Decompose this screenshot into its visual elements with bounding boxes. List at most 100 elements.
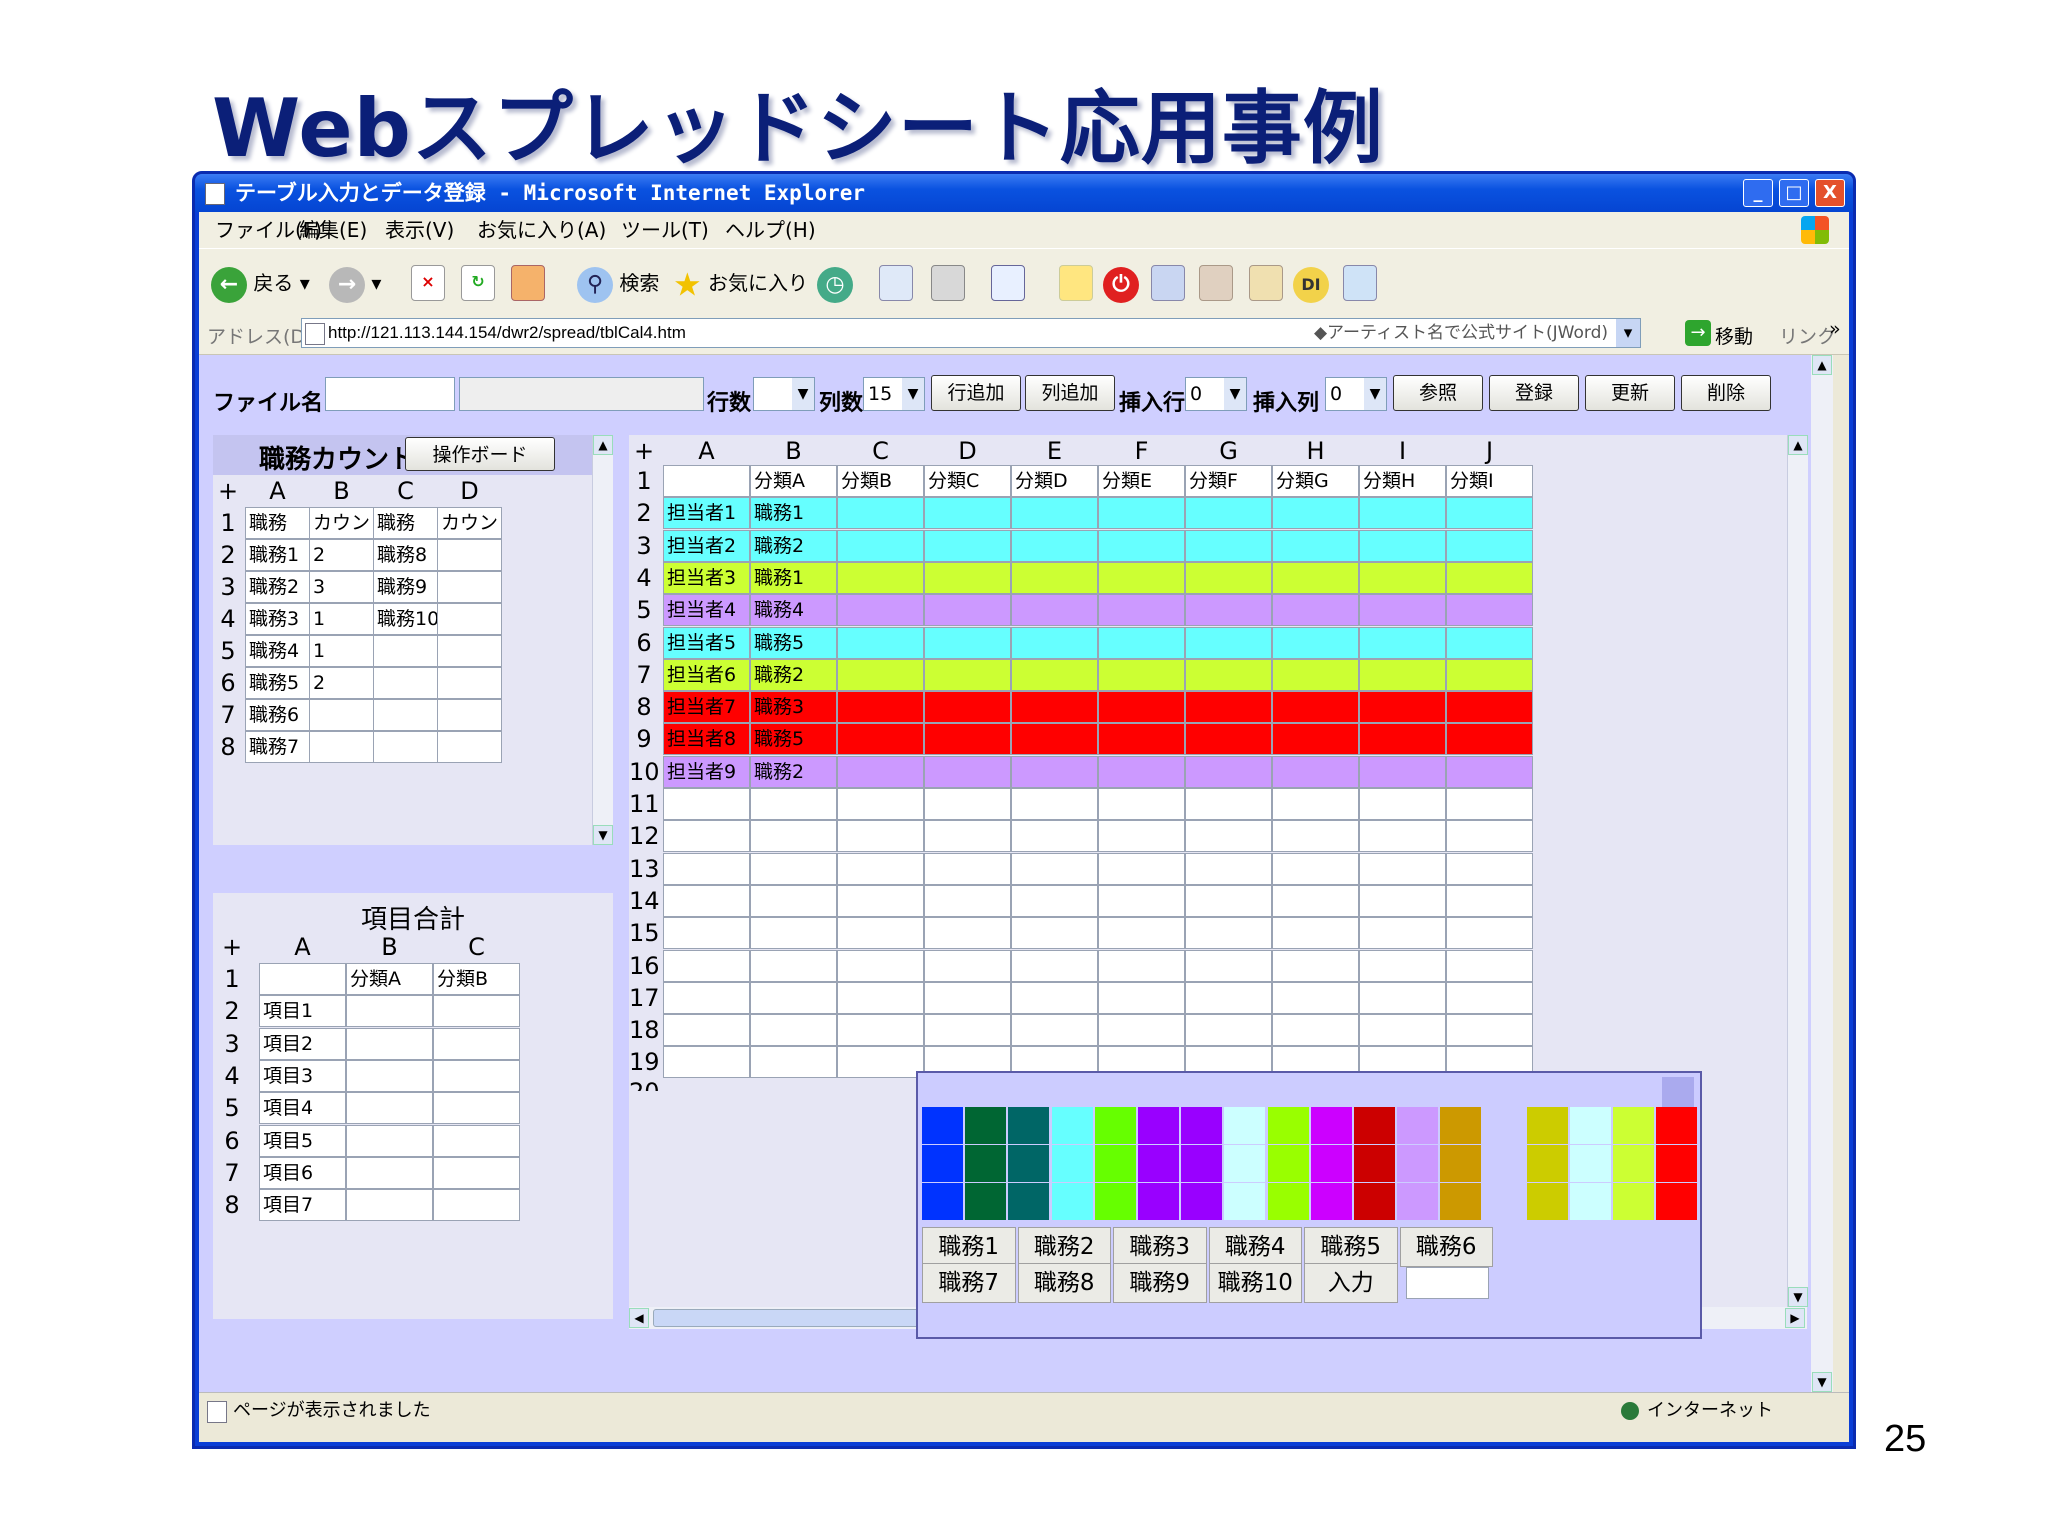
table-cell[interactable]: 2: [309, 539, 374, 571]
color-swatch[interactable]: [1354, 1107, 1395, 1144]
table-cell[interactable]: [309, 731, 374, 763]
sheet-cell[interactable]: [837, 981, 924, 1014]
sheet-cell[interactable]: [837, 626, 924, 659]
sheet-cell[interactable]: 職務2: [750, 658, 837, 691]
sheet-cell[interactable]: [1272, 723, 1359, 756]
sheet-cell[interactable]: [1446, 594, 1533, 627]
table-cell[interactable]: 分類B: [433, 963, 520, 995]
sheet-cell[interactable]: [1272, 852, 1359, 885]
sheet-cell[interactable]: [1359, 529, 1446, 562]
dictionary-button[interactable]: DI: [1293, 263, 1329, 303]
color-swatch[interactable]: [1008, 1145, 1050, 1182]
sheet-cell[interactable]: [924, 949, 1011, 982]
sheet-cell[interactable]: [1359, 691, 1446, 724]
color-swatch[interactable]: [1526, 1145, 1568, 1182]
sheet-cell[interactable]: [1185, 949, 1272, 982]
sheet-cell[interactable]: [1098, 658, 1185, 691]
color-swatch[interactable]: [1181, 1145, 1223, 1182]
sheet-cell[interactable]: 分類D: [1011, 465, 1098, 497]
sheet-cell[interactable]: [837, 561, 924, 594]
sheet-cell[interactable]: 分類B: [837, 465, 924, 497]
sheet-cell[interactable]: [1359, 626, 1446, 659]
sheet-cell[interactable]: [1446, 852, 1533, 885]
color-swatch[interactable]: [1613, 1145, 1655, 1182]
sheet-cell[interactable]: [1098, 529, 1185, 562]
scroll-up-icon[interactable]: ▲: [1812, 355, 1832, 375]
table-cell[interactable]: 職務10: [373, 603, 438, 635]
address-dropdown-icon[interactable]: ▾: [1616, 319, 1640, 347]
sheet-cell[interactable]: [837, 788, 924, 820]
add-col-button[interactable]: 列追加: [1025, 375, 1115, 411]
sheet-cell[interactable]: [1272, 949, 1359, 982]
sheet-cell[interactable]: 分類C: [924, 465, 1011, 497]
edit-icon[interactable]: [991, 265, 1025, 301]
table-cell[interactable]: [433, 995, 520, 1028]
sheet-cell[interactable]: [663, 917, 750, 950]
color-swatch[interactable]: [1354, 1183, 1395, 1220]
sheet-cell[interactable]: [1359, 917, 1446, 950]
sheet-cell[interactable]: [1359, 1014, 1446, 1047]
palette-text-input[interactable]: [1405, 1267, 1489, 1299]
favorites-button[interactable]: ★ お気に入り: [673, 263, 808, 304]
sheet-cell[interactable]: 職務5: [750, 723, 837, 756]
sheet-cell[interactable]: [1446, 626, 1533, 659]
job-button[interactable]: 職務6: [1399, 1227, 1493, 1267]
color-swatch[interactable]: [1138, 1107, 1179, 1144]
sheet-cell[interactable]: [924, 755, 1011, 788]
operation-board-button[interactable]: 操作ボード: [405, 437, 555, 471]
sheet-cell[interactable]: [924, 497, 1011, 530]
mail-icon[interactable]: [879, 265, 913, 301]
table-cell[interactable]: 1: [309, 603, 374, 635]
table-cell[interactable]: [373, 667, 438, 699]
bow-icon[interactable]: [1199, 265, 1233, 301]
table-cell[interactable]: 職務7: [245, 731, 310, 763]
delete-button[interactable]: 削除: [1681, 375, 1771, 411]
sheet-cell[interactable]: [1098, 1014, 1185, 1047]
color-swatch[interactable]: [1051, 1107, 1093, 1144]
sheet-cell[interactable]: [837, 852, 924, 885]
go-button[interactable]: 移動: [1715, 322, 1753, 349]
sheet-cell[interactable]: [750, 788, 837, 820]
job-button[interactable]: 職務4: [1208, 1227, 1302, 1267]
table-cell[interactable]: 職務6: [245, 699, 310, 731]
color-swatch[interactable]: [1008, 1183, 1050, 1220]
sheet-cell[interactable]: [1446, 561, 1533, 594]
sheet-cell[interactable]: 担当者9: [663, 755, 750, 788]
sheet-cell[interactable]: [1098, 497, 1185, 530]
sheet-cell[interactable]: [1446, 820, 1533, 853]
sheet-cell[interactable]: [1011, 949, 1098, 982]
color-swatch[interactable]: [1613, 1107, 1655, 1144]
sheet-cell[interactable]: [1185, 884, 1272, 917]
table-cell[interactable]: [437, 635, 502, 667]
color-swatch[interactable]: [1138, 1183, 1179, 1220]
sheet-cell[interactable]: 職務2: [750, 529, 837, 562]
sheet-cell[interactable]: [1446, 917, 1533, 950]
table-cell[interactable]: [346, 1092, 433, 1125]
sheet-cell[interactable]: 担当者3: [663, 561, 750, 594]
sheet-cell[interactable]: [837, 820, 924, 853]
color-swatch[interactable]: [1138, 1145, 1179, 1182]
sheet-cell[interactable]: [1359, 497, 1446, 530]
sheet-cell[interactable]: [663, 949, 750, 982]
sheet-cell[interactable]: [837, 658, 924, 691]
table-cell[interactable]: 職務9: [373, 571, 438, 603]
menu-help[interactable]: ヘルプ(H): [725, 212, 816, 248]
sheet-cell[interactable]: [1098, 723, 1185, 756]
refresh-icon[interactable]: ↻: [461, 265, 495, 301]
sheet-cell[interactable]: [837, 917, 924, 950]
sheet-cell[interactable]: [1011, 529, 1098, 562]
history-button[interactable]: ◷: [817, 263, 853, 303]
sheet-cell[interactable]: 担当者4: [663, 594, 750, 627]
sheet-cell[interactable]: [1098, 949, 1185, 982]
sheet-cell[interactable]: [1272, 561, 1359, 594]
ref-button[interactable]: 参照: [1393, 375, 1483, 411]
forward-button[interactable]: → ▾: [329, 263, 381, 303]
table-cell[interactable]: [437, 603, 502, 635]
table-cell[interactable]: [309, 699, 374, 731]
table-cell[interactable]: [433, 1124, 520, 1157]
insert-row-select[interactable]: 0 ▼: [1185, 377, 1247, 411]
scroll-right-icon[interactable]: ▶: [1785, 1308, 1805, 1328]
sheet-cell[interactable]: [1098, 561, 1185, 594]
table-cell[interactable]: 2: [309, 667, 374, 699]
sheet-cell[interactable]: [1185, 626, 1272, 659]
